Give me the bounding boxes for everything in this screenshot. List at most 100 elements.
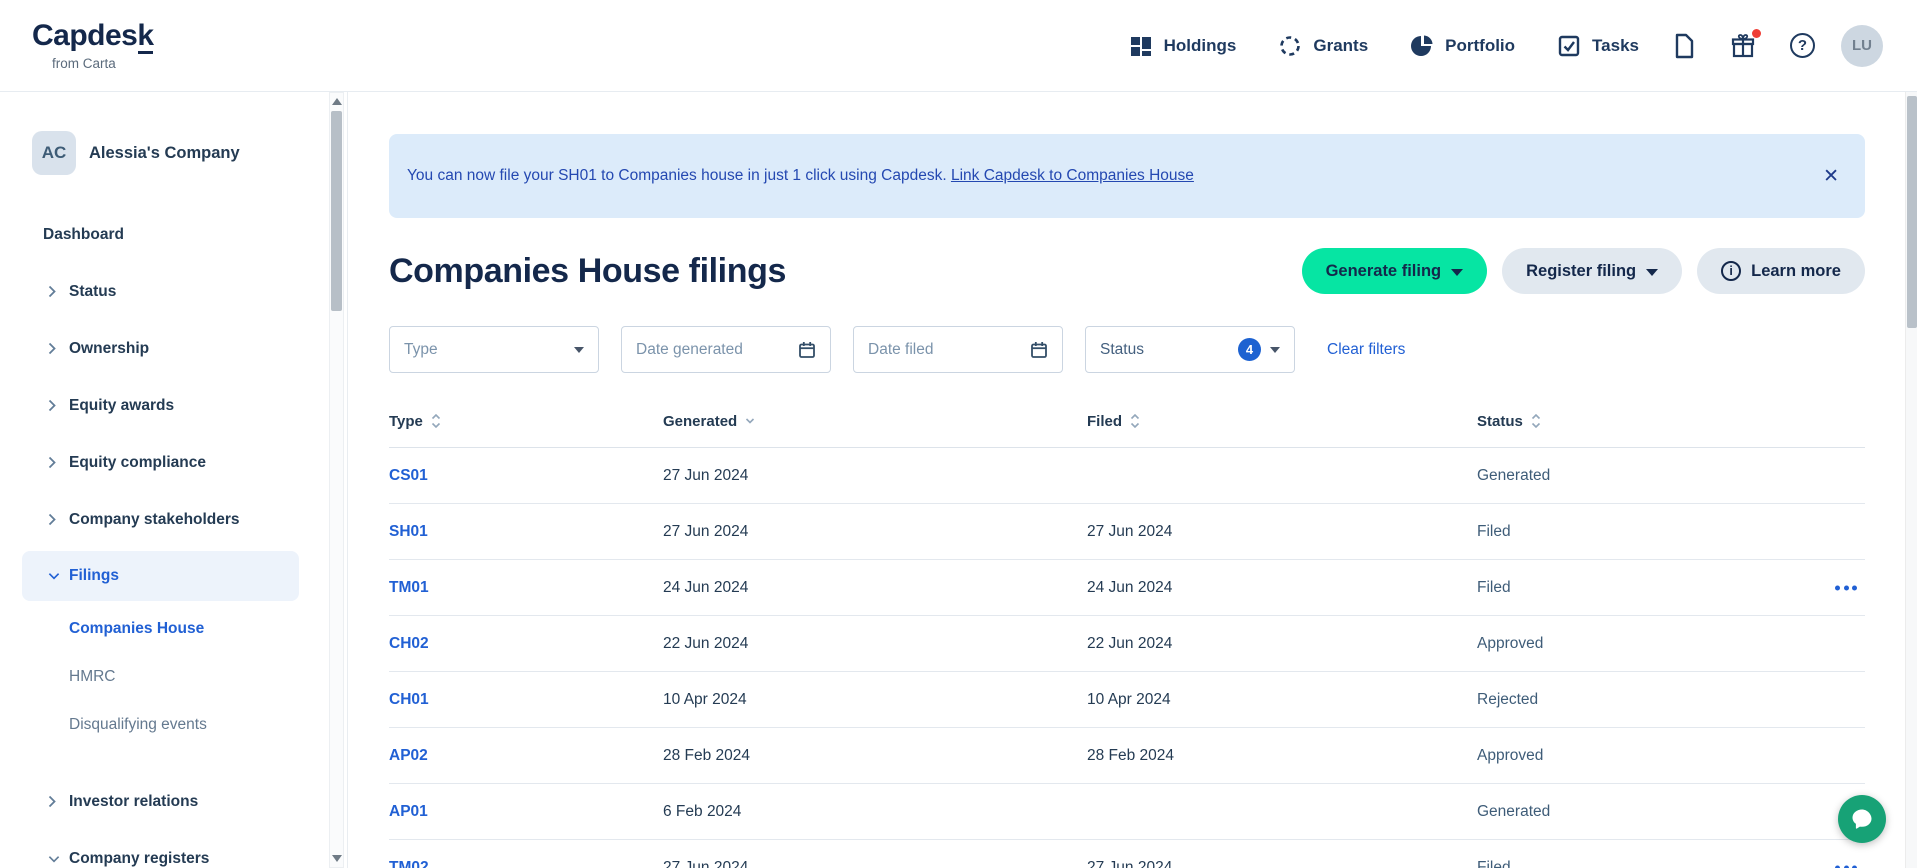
filing-type-link[interactable]: AP02 [389, 747, 428, 764]
sidebar-item-equity-compliance[interactable]: Equity compliance [0, 434, 347, 491]
info-icon: i [1721, 261, 1741, 281]
notification-dot [1752, 29, 1761, 38]
filing-type-link[interactable]: TM02 [389, 859, 429, 868]
sidebar-item-label: Ownership [69, 340, 149, 358]
filing-type-link[interactable]: CH01 [389, 691, 429, 708]
chevron-right-icon [48, 456, 60, 469]
scroll-down-icon[interactable] [332, 855, 342, 862]
company-switcher[interactable]: AC Alessia's Company [32, 131, 347, 175]
learn-more-button[interactable]: i Learn more [1697, 248, 1865, 294]
top-navigation: Holdings Grants Portfolio Tasks [1087, 25, 1883, 67]
generated-date: 6 Feb 2024 [663, 803, 1087, 821]
link-capdesk-companies-house[interactable]: Link Capdesk to Companies House [951, 167, 1194, 184]
table-row: CH01 10 Apr 2024 10 Apr 2024 Rejected [389, 672, 1865, 728]
sidebar-scrollbar[interactable] [329, 92, 344, 868]
generated-date: 22 Jun 2024 [663, 635, 1087, 653]
filed-date: 28 Feb 2024 [1087, 747, 1477, 765]
sidebar-item-label: Status [69, 283, 116, 301]
sidebar-item-label: HMRC [69, 668, 116, 686]
column-header-generated[interactable]: Generated [663, 413, 1087, 430]
filed-date: 10 Apr 2024 [1087, 691, 1477, 709]
filing-type-link[interactable]: CH02 [389, 635, 429, 652]
sidebar-item-hmrc[interactable]: HMRC [0, 653, 347, 701]
nav-item-tasks[interactable]: Tasks [1557, 34, 1639, 58]
date-filed-filter[interactable]: Date filed [853, 326, 1063, 373]
brand-logo[interactable]: Capdesk from Carta [32, 20, 154, 71]
sidebar-item-label: Equity compliance [69, 454, 206, 472]
chevron-down-icon [1646, 269, 1658, 276]
status-value: Rejected [1477, 691, 1865, 709]
sidebar-scrollbar-thumb[interactable] [331, 111, 342, 311]
sidebar-item-label: Company stakeholders [69, 511, 240, 529]
chevron-right-icon [48, 399, 60, 412]
filing-type-link[interactable]: CS01 [389, 467, 428, 484]
nav-item-label: Tasks [1592, 36, 1639, 56]
sidebar-item-label: Filings [69, 567, 119, 585]
filed-date: 27 Jun 2024 [1087, 859, 1477, 868]
date-generated-placeholder: Date generated [636, 341, 743, 359]
chevron-down-icon [48, 855, 60, 863]
help-button[interactable]: ? [1790, 33, 1815, 58]
sidebar-item-company-registers[interactable]: Company registers [0, 830, 347, 868]
status-value: Filed [1477, 579, 1865, 597]
sidebar-item-disqualifying-events[interactable]: Disqualifying events [0, 701, 347, 749]
status-filter-select[interactable]: Status 4 [1085, 326, 1295, 373]
sidebar-item-dashboard[interactable]: Dashboard [0, 206, 347, 263]
nav-item-portfolio[interactable]: Portfolio [1410, 34, 1515, 58]
table-row: TM02 27 Jun 2024 27 Jun 2024 Filed [389, 840, 1865, 868]
type-filter-placeholder: Type [404, 341, 438, 359]
table-row: AP01 6 Feb 2024 Generated [389, 784, 1865, 840]
column-header-type[interactable]: Type [389, 413, 663, 430]
row-menu-icon[interactable] [1833, 859, 1859, 868]
date-generated-filter[interactable]: Date generated [621, 326, 831, 373]
sidebar-item-ownership[interactable]: Ownership [0, 320, 347, 377]
filing-type-link[interactable]: SH01 [389, 523, 428, 540]
user-avatar[interactable]: LU [1841, 25, 1883, 67]
chevron-down-icon [1270, 347, 1280, 353]
sidebar-item-company-stakeholders[interactable]: Company stakeholders [0, 491, 347, 548]
status-value: Filed [1477, 859, 1865, 868]
generated-date: 27 Jun 2024 [663, 467, 1087, 485]
column-label: Generated [663, 413, 737, 430]
portfolio-pie-icon [1410, 34, 1434, 58]
calendar-icon [1030, 341, 1048, 359]
column-label: Status [1477, 413, 1523, 430]
clear-filters-link[interactable]: Clear filters [1327, 341, 1405, 359]
sidebar-item-equity-awards[interactable]: Equity awards [0, 377, 347, 434]
generate-filing-button[interactable]: Generate filing [1302, 248, 1488, 294]
sidebar-item-companies-house[interactable]: Companies House [0, 605, 347, 653]
tasks-checkbox-icon [1557, 34, 1581, 58]
chat-launcher-button[interactable] [1838, 795, 1886, 843]
whats-new-button[interactable] [1730, 33, 1756, 59]
sidebar-item-investor-relations[interactable]: Investor relations [0, 773, 347, 830]
scroll-up-icon[interactable] [332, 98, 342, 105]
sidebar-item-status[interactable]: Status [0, 263, 347, 320]
column-header-status[interactable]: Status [1477, 413, 1865, 430]
type-filter-select[interactable]: Type [389, 326, 599, 373]
filing-type-link[interactable]: AP01 [389, 803, 428, 820]
register-filing-button[interactable]: Register filing [1502, 248, 1682, 294]
page-scrollbar[interactable] [1905, 92, 1917, 868]
nav-item-label: Portfolio [1445, 36, 1515, 56]
nav-item-holdings[interactable]: Holdings [1129, 34, 1237, 58]
table-header-row: Type Generated Filed Status [389, 395, 1865, 448]
sidebar-item-label: Company registers [69, 850, 209, 868]
chevron-right-icon [48, 342, 60, 355]
main-content: You can now file your SH01 to Companies … [348, 92, 1917, 868]
sidebar-item-label: Companies House [69, 620, 204, 638]
filter-bar: Type Date generated Date filed Status 4 [389, 326, 1865, 373]
generated-date: 27 Jun 2024 [663, 523, 1087, 541]
generated-date: 28 Feb 2024 [663, 747, 1087, 765]
column-header-filed[interactable]: Filed [1087, 413, 1477, 430]
documents-button[interactable] [1673, 33, 1696, 59]
row-menu-icon[interactable] [1833, 579, 1859, 596]
page-scrollbar-thumb[interactable] [1907, 96, 1917, 328]
filings-table: Type Generated Filed Status CS01 [389, 395, 1865, 868]
filing-type-link[interactable]: TM01 [389, 579, 429, 596]
nav-item-grants[interactable]: Grants [1278, 34, 1368, 58]
status-value: Generated [1477, 803, 1865, 821]
table-row: CH02 22 Jun 2024 22 Jun 2024 Approved [389, 616, 1865, 672]
close-icon[interactable]: ✕ [1823, 165, 1839, 188]
sidebar-item-filings[interactable]: Filings [22, 551, 299, 601]
status-value: Approved [1477, 635, 1865, 653]
